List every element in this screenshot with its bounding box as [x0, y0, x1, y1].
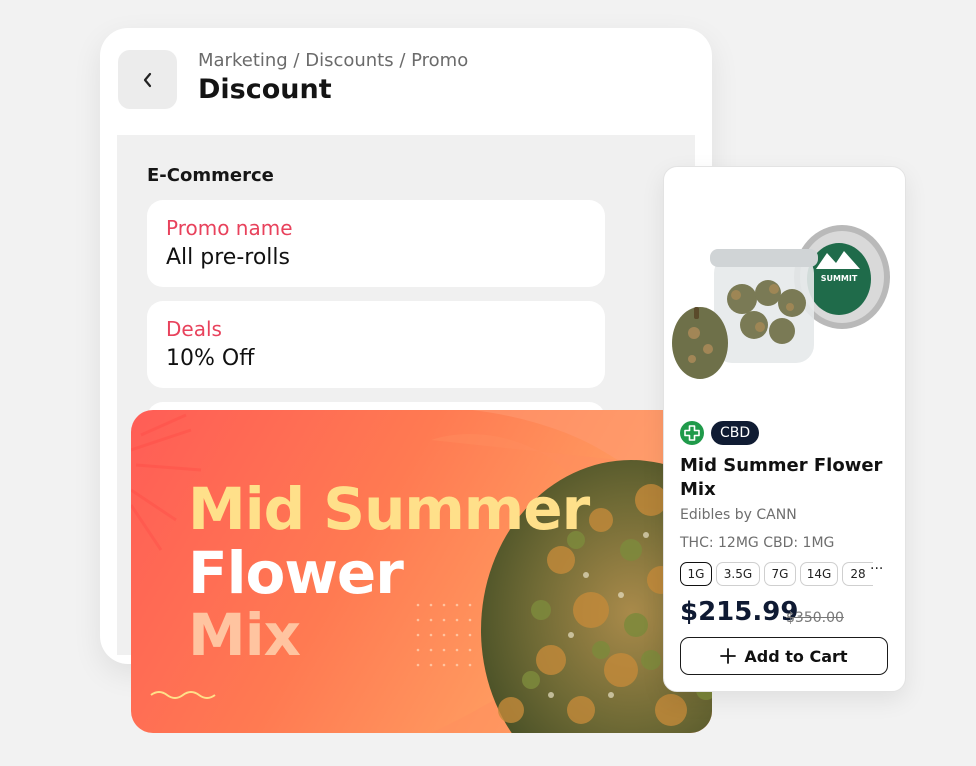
jar-label: SUMMIT: [821, 274, 858, 283]
promo-banner: Mid Summer Flower Mix: [131, 410, 712, 733]
plus-icon: [720, 648, 737, 664]
add-to-cart-label: Add to Cart: [744, 646, 848, 666]
breadcrumb: Marketing / Discounts / Promo: [198, 50, 469, 71]
page-title: Discount: [198, 74, 332, 105]
banner-title-line-1: Mid Summer: [188, 475, 590, 543]
banner-title-line-3: Mix: [188, 601, 301, 669]
product-card[interactable]: SUMMIT CBD Mid Summer Flower Mix Edibles…: [663, 166, 906, 692]
product-potency: THC: 12MG CBD: 1MG: [680, 535, 835, 551]
cross-icon: [680, 421, 704, 445]
promo-name-field[interactable]: Promo name All pre-rolls: [147, 200, 605, 287]
product-price: $215.99: [680, 597, 799, 627]
deals-value: 10% Off: [166, 346, 255, 371]
deals-label: Deals: [166, 317, 222, 341]
promo-name-value: All pre-rolls: [166, 245, 290, 270]
chevron-left-icon: [143, 72, 151, 87]
add-to-cart-button[interactable]: Add to Cart: [680, 637, 888, 675]
cbd-badge: CBD: [711, 421, 760, 445]
product-brand: Edibles by CANN: [680, 507, 797, 523]
promo-name-label: Promo name: [166, 216, 293, 240]
product-original-price: $350.00: [786, 610, 844, 626]
size-option-7g[interactable]: 7G: [764, 562, 796, 586]
more-sizes-icon[interactable]: ···: [870, 561, 883, 577]
product-name[interactable]: Mid Summer Flower Mix: [680, 454, 890, 502]
size-option-1g[interactable]: 1G: [680, 562, 712, 586]
section-title: E-Commerce: [147, 165, 274, 186]
size-option-28g[interactable]: 28: [842, 562, 873, 586]
product-image: SUMMIT: [672, 225, 890, 379]
back-button[interactable]: [118, 50, 177, 109]
size-option-3-5g[interactable]: 3.5G: [716, 562, 760, 586]
banner-title-line-2: Flower: [188, 539, 404, 607]
size-option-14g[interactable]: 14G: [800, 562, 838, 586]
deals-field[interactable]: Deals 10% Off: [147, 301, 605, 388]
